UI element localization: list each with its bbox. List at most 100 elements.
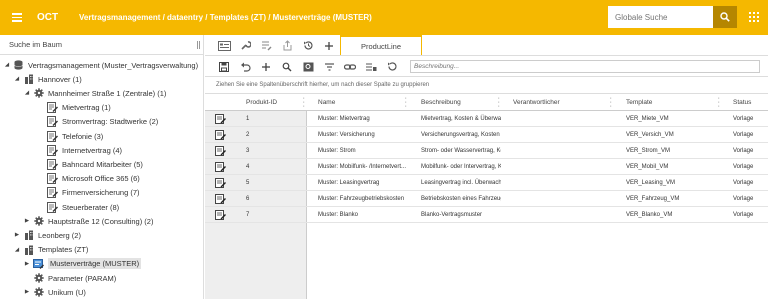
cell-name: Muster: Strom — [318, 148, 356, 154]
column-menu-icon[interactable]: · · · — [610, 95, 612, 110]
column-header-label: Status — [733, 99, 752, 106]
open-record-icon[interactable] — [215, 175, 229, 191]
contract-icon — [47, 130, 58, 142]
cell-template: VER_Leasing_VM — [626, 180, 676, 186]
expanded-arrow-icon[interactable]: ◢ — [13, 76, 21, 82]
list-settings-icon[interactable] — [364, 60, 378, 73]
column-header[interactable]: Name · · · — [318, 94, 410, 111]
collapsed-arrow-icon[interactable]: ▶ — [23, 289, 31, 295]
tab-productline[interactable]: ProductLine — [340, 35, 422, 55]
tree-search[interactable]: Suche im Baum — [0, 35, 203, 55]
collapsed-arrow-icon[interactable]: ▶ — [23, 261, 31, 267]
search-records-icon[interactable] — [280, 60, 294, 73]
open-record-icon[interactable] — [215, 159, 229, 175]
tree-node[interactable]: Telefonie (3) — [37, 129, 103, 143]
expanded-arrow-icon[interactable]: ◢ — [3, 62, 11, 68]
add-tab-icon[interactable] — [322, 39, 336, 52]
column-header[interactable]: Template · · · — [626, 94, 723, 111]
tree-node[interactable]: Bahncard Mitarbeiter (5) — [37, 157, 143, 171]
cell-desc: Strom- oder Wasservertrag, Ko... — [421, 148, 501, 154]
tree-node[interactable]: ▶ Hauptstraße 12 (Consulting) (2) — [23, 214, 153, 228]
table-row[interactable]: 5 Muster: Leasingvertrag Leasingvertrag in… — [205, 175, 768, 191]
export-icon[interactable] — [280, 39, 294, 52]
collapsed-arrow-icon[interactable]: ▶ — [23, 218, 31, 224]
expanded-arrow-icon[interactable]: ◢ — [13, 247, 21, 253]
open-record-icon[interactable] — [215, 111, 229, 127]
panel-resize-handle[interactable] — [197, 41, 200, 49]
table-row[interactable]: 4 Muster: Mobilfunk- /Internetvert... Mobi… — [205, 159, 768, 175]
add-record-icon[interactable] — [259, 60, 273, 73]
tree-node[interactable]: Internetvertrag (4) — [37, 143, 122, 157]
cell-status: Vorlage — [733, 116, 754, 122]
open-record-icon[interactable] — [215, 143, 229, 159]
tree-node[interactable]: ▶ Musterverträge (MUSTER) — [23, 257, 142, 271]
cell-id: 3 — [246, 148, 250, 154]
grid-header: Produkt-ID · · · Name · · · Beschreibung · · · Veran… — [205, 94, 768, 111]
column-header[interactable]: Verantwortlicher · · · — [513, 94, 615, 111]
cell-status: Vorlage — [733, 148, 754, 154]
link-icon[interactable] — [343, 60, 357, 73]
column-header-label: Beschreibung — [421, 99, 461, 106]
global-search-input[interactable] — [608, 6, 713, 28]
search-button[interactable] — [713, 6, 737, 28]
tree-node[interactable]: ◢ Mannheimer Straße 1 (Zentrale) (1) — [23, 86, 166, 100]
column-menu-icon[interactable]: · · · — [303, 95, 305, 110]
wrench-icon[interactable] — [238, 39, 252, 52]
column-menu-icon[interactable]: · · · — [718, 95, 720, 110]
breadcrumb: Vertragsmanagement / dataentry / Templat… — [79, 13, 372, 22]
column-menu-icon[interactable]: · · · — [498, 95, 500, 110]
gear-icon — [33, 273, 44, 284]
group-by-drop-zone[interactable]: Ziehen Sie eine Spaltenüberschrift hierh… — [205, 77, 768, 94]
cell-id: 1 — [246, 116, 250, 122]
contract-icon — [47, 187, 58, 199]
table-row[interactable]: 3 Muster: Strom Strom- oder Wasservertrag,… — [205, 143, 768, 159]
cell-template: VER_Strom_VM — [626, 148, 671, 154]
hamburger-menu-icon[interactable] — [0, 0, 34, 35]
cell-status: Vorlage — [733, 196, 754, 202]
tree-node[interactable]: Microsoft Office 365 (6) — [37, 172, 140, 186]
tree-panel: Suche im Baum ◢ Vertragsmanagement (Muste… — [0, 35, 204, 299]
description-input[interactable] — [410, 60, 760, 73]
table-row[interactable]: 1 Muster: Mietvertrag Mietvertrag, Kosten … — [205, 111, 768, 127]
collapsed-arrow-icon[interactable]: ▶ — [13, 232, 21, 238]
table-row[interactable]: 2 Muster: Versicherung Versicherungsvertra… — [205, 127, 768, 143]
tree-node[interactable]: ◢ Vertragsmanagement (Muster_Vertragsverw… — [3, 58, 198, 72]
cell-desc: Betriebskosten eines Fahrzeugs... — [421, 196, 501, 202]
column-header[interactable]: Produkt-ID · · · — [246, 94, 308, 111]
open-record-icon[interactable] — [215, 127, 229, 143]
save-icon[interactable] — [217, 60, 231, 73]
table-row[interactable]: 7 Muster: Blanko Blanko-Vertragsmuster VER_… — [205, 207, 768, 223]
tree-node[interactable]: Mietvertrag (1) — [37, 101, 111, 115]
cell-desc: Blanko-Vertragsmuster — [421, 212, 483, 218]
tab-toolbar: ProductLine — [205, 35, 768, 56]
tree-node-label: Parameter (PARAM) — [48, 273, 117, 283]
tree-node[interactable]: ▶ Leonberg (2) — [13, 228, 81, 242]
zoom-view-icon[interactable] — [301, 60, 315, 73]
tree-node[interactable]: Stromvertrag: Stadtwerke (2) — [37, 115, 158, 129]
global-search — [608, 6, 737, 28]
undo-icon[interactable] — [238, 60, 252, 73]
tree-node[interactable]: ◢ Templates (ZT) — [13, 243, 88, 257]
column-header[interactable]: Beschreibung · · · — [421, 94, 503, 111]
tree-node[interactable]: Parameter (PARAM) — [23, 271, 116, 285]
column-menu-icon[interactable]: · · · — [405, 95, 407, 110]
table-row[interactable]: 6 Muster: Fahrzeugbetriebskosten Betriebsk… — [205, 191, 768, 207]
column-header[interactable]: Status — [733, 94, 768, 111]
form-view-icon[interactable] — [217, 39, 231, 52]
apps-grid-icon[interactable] — [749, 12, 759, 22]
tree-node[interactable]: ◢ Hannover (1) — [13, 72, 82, 86]
expanded-arrow-icon[interactable]: ◢ — [23, 90, 31, 96]
cell-owner — [513, 175, 613, 191]
tree-node[interactable]: Firmenversicherung (7) — [37, 186, 140, 200]
building-icon — [23, 74, 34, 85]
tree-node[interactable]: ▶ Unikum (U) — [23, 285, 86, 299]
filter-icon[interactable] — [322, 60, 336, 73]
open-record-icon[interactable] — [215, 207, 229, 223]
contract-icon — [47, 201, 58, 213]
gear-icon — [33, 287, 44, 298]
tree-node[interactable]: Steuerberater (8) — [37, 200, 119, 214]
open-record-icon[interactable] — [215, 191, 229, 207]
reset-icon[interactable] — [385, 60, 399, 73]
history-icon[interactable] — [301, 39, 315, 52]
list-edit-icon[interactable] — [259, 39, 273, 52]
